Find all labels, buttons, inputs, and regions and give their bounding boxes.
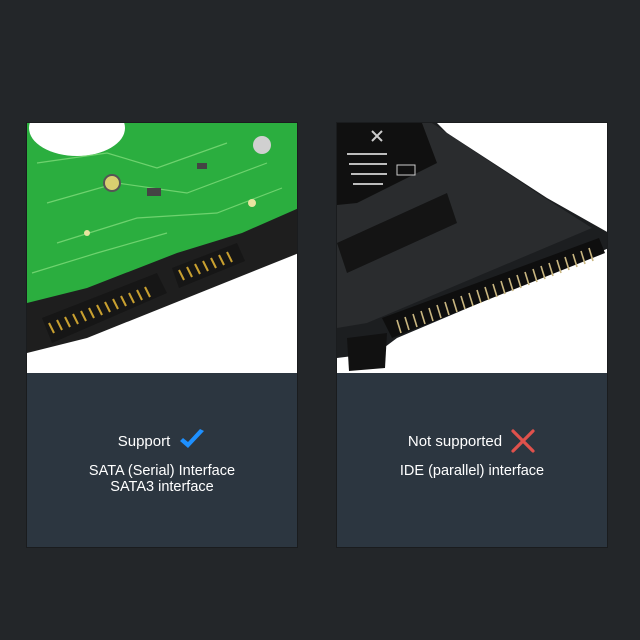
ide-drive-photo (337, 123, 607, 373)
sata-drive-illustration (27, 123, 297, 353)
ide-description: IDE (parallel) interface (337, 463, 607, 479)
sata-description: SATA (Serial) Interface SATA3 interface (27, 463, 297, 495)
ide-info-panel: Not supported IDE (parallel) interface (337, 373, 607, 547)
support-label: Support (117, 432, 171, 450)
sata-status-row: Support (27, 429, 297, 453)
sata-drive-photo (27, 123, 297, 373)
ide-line-1: IDE (parallel) interface (399, 463, 545, 479)
sata-card: Support SATA (Serial) Interface SATA3 in… (26, 122, 298, 548)
ide-drive-illustration (337, 123, 607, 371)
sata-line-1: SATA (Serial) Interface (88, 463, 236, 479)
check-icon (178, 429, 206, 453)
not-supported-label: Not supported (407, 432, 503, 450)
ide-card: Not supported IDE (parallel) interface (336, 122, 608, 548)
cross-icon (510, 429, 536, 453)
sata-line-2: SATA3 interface (110, 479, 214, 495)
sata-info-panel: Support SATA (Serial) Interface SATA3 in… (27, 373, 297, 547)
ide-status-row: Not supported (337, 429, 607, 453)
